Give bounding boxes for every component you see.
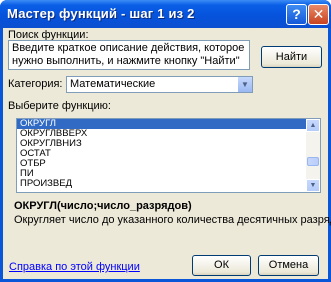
dialog-body: Поиск функции: Введите краткое описание … [3, 28, 331, 279]
list-item[interactable]: ОТБР [17, 159, 320, 169]
title-bar[interactable]: Мастер функций - шаг 1 из 2 ? ✕ [0, 0, 331, 28]
list-item[interactable]: ПРОИЗВЕД [17, 179, 320, 189]
list-item[interactable]: ОКРУГЛВНИЗ [17, 139, 320, 149]
scroll-thumb[interactable] [307, 157, 319, 166]
category-label: Категория: [8, 78, 63, 90]
function-list-label: Выберите функцию: [8, 100, 111, 112]
window-title: Мастер функций - шаг 1 из 2 [7, 6, 195, 21]
question-icon: ? [292, 6, 301, 22]
close-icon: ✕ [312, 6, 325, 22]
category-select[interactable]: Математические ▼ [66, 76, 253, 93]
search-input[interactable]: Введите краткое описание действия, котор… [8, 40, 250, 70]
ok-button[interactable]: ОК [192, 255, 251, 276]
cancel-button[interactable]: Отмена [258, 255, 319, 276]
list-item[interactable]: ОСТАТ [17, 149, 320, 159]
function-listbox[interactable]: ОКРУГЛ ОКРУГЛВВЕРХ ОКРУГЛВНИЗ ОСТАТ ОТБР… [16, 118, 321, 193]
scroll-up-icon[interactable]: ▲ [306, 119, 320, 132]
find-button[interactable]: Найти [261, 46, 322, 68]
function-help-link[interactable]: Справка по этой функции [9, 261, 140, 273]
function-signature: ОКРУГЛ(число;число_разрядов) [14, 200, 192, 212]
chevron-down-icon[interactable]: ▼ [237, 77, 252, 92]
scroll-down-icon[interactable]: ▼ [306, 179, 320, 192]
help-button[interactable]: ? [286, 4, 307, 25]
vertical-scrollbar[interactable]: ▲ ▼ [306, 119, 320, 192]
category-value: Математические [70, 78, 156, 90]
function-description: Округляет число до указанного количества… [14, 214, 331, 226]
function-wizard-dialog: Мастер функций - шаг 1 из 2 ? ✕ Поиск фу… [0, 0, 331, 282]
close-button[interactable]: ✕ [308, 4, 329, 25]
